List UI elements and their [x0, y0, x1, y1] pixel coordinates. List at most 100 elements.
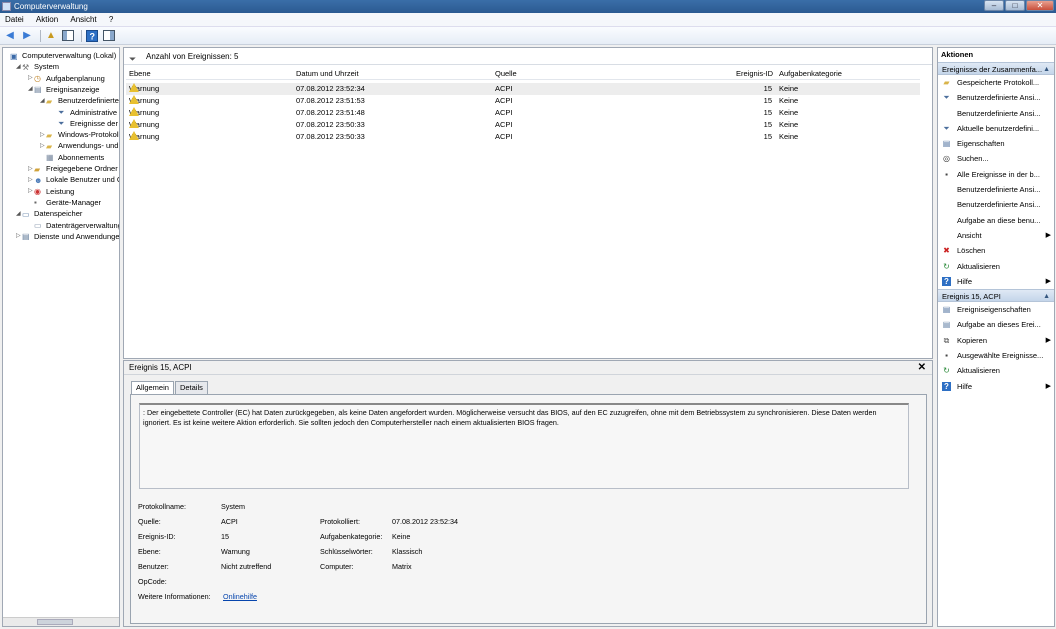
actions-section-log[interactable]: Ereignisse der Zusammenfa... ▲	[938, 62, 1054, 75]
column-header-level[interactable]: Ebene	[129, 69, 151, 78]
back-arrow-icon[interactable]: ◀	[3, 29, 17, 43]
event-cell-datetime: 07.08.2012 23:51:48	[296, 108, 365, 117]
action-item-label: Alle Ereignisse in der b...	[957, 169, 1040, 179]
action-item[interactable]: Benutzerdefinierte Ansi...	[938, 106, 1054, 121]
menu-datei[interactable]: Datei	[0, 13, 29, 27]
action-item[interactable]: ▤ Aufgabe an dieses Erei...	[938, 317, 1054, 332]
action-item-label: Aktualisieren	[957, 261, 1000, 271]
tree-item[interactable]: ▷▰ Anwendungs- und D	[40, 140, 119, 151]
column-header-source[interactable]: Quelle	[495, 69, 517, 78]
column-header-category[interactable]: Aufgabenkategorie	[779, 69, 842, 78]
action-item[interactable]: ✖ Löschen	[938, 243, 1054, 258]
event-detail-panel: Ereignis 15, ACPI ✕ Allgemein Details : …	[123, 360, 933, 627]
tree-item[interactable]: ▷▰ Windows-Protokolle	[40, 129, 119, 140]
event-row[interactable]: Warnung 07.08.2012 23:51:48 ACPI 15 Keine	[126, 107, 920, 119]
filter-icon: ⏷	[58, 119, 65, 129]
event-cell-source: ACPI	[495, 96, 513, 105]
menu-aktion[interactable]: Aktion	[31, 13, 63, 27]
prop-category-label: Aufgabenkategorie:	[320, 532, 383, 541]
event-description[interactable]: : Der eingebettete Controller (EC) hat D…	[139, 403, 909, 489]
action-item[interactable]: ⧉ Kopieren ▶	[938, 333, 1054, 348]
tree-item-label: Aufgabenplanung	[46, 73, 105, 83]
tree-item[interactable]: ⏷ Administrative E	[52, 107, 119, 118]
action-item[interactable]: ▪ Alle Ereignisse in der b...	[938, 167, 1054, 182]
tree-item[interactable]: ◢▭ Datenspeicher	[16, 208, 82, 219]
action-item-label: Benutzerdefinierte Ansi...	[957, 200, 1041, 210]
action-item[interactable]: ▤ Ereigniseigenschaften	[938, 302, 1054, 317]
action-item[interactable]: Benutzerdefinierte Ansi...	[938, 182, 1054, 197]
action-item[interactable]: Ansicht ▶	[938, 228, 1054, 243]
event-row[interactable]: Warnung 07.08.2012 23:51:53 ACPI 15 Keine	[126, 95, 920, 107]
tree-item[interactable]: ⏷ Ereignisse der Zu	[52, 118, 119, 129]
action-item[interactable]: ↻ Aktualisieren	[938, 259, 1054, 274]
tree-item[interactable]: ▦ Abonnements	[40, 152, 104, 163]
action-item[interactable]: ◎ Suchen...	[938, 151, 1054, 166]
action-item[interactable]: ▤ Eigenschaften	[938, 136, 1054, 151]
column-header-datetime[interactable]: Datum und Uhrzeit	[296, 69, 359, 78]
tree-item[interactable]: ▷◷ Aufgabenplanung	[28, 73, 105, 84]
delete-icon: ✖	[943, 246, 950, 256]
tree-item[interactable]: ▭ Datenträgerverwaltung	[28, 220, 119, 231]
show-hide-tree-icon[interactable]	[61, 29, 75, 43]
tree-item[interactable]: ▷◉ Leistung	[28, 186, 74, 197]
action-item[interactable]: ⏷ Aktuelle benutzerdefini...	[938, 121, 1054, 136]
up-folder-icon[interactable]: ▲	[44, 29, 58, 43]
action-item[interactable]: ? Hilfe ▶	[938, 274, 1054, 289]
prop-computer-label: Computer:	[320, 562, 354, 571]
prop-id-value: 15	[221, 532, 229, 541]
minimize-button[interactable]: –	[984, 0, 1004, 11]
close-icon[interactable]: ✕	[918, 361, 926, 375]
help-icon[interactable]: ?	[85, 29, 99, 43]
tab-details[interactable]: Details	[174, 381, 208, 394]
action-item-label: Benutzerdefinierte Ansi...	[957, 108, 1041, 118]
prop-logged-value: 07.08.2012 23:52:34	[392, 517, 458, 526]
event-list-scrollbar[interactable]	[920, 66, 932, 358]
event-cell-id: 15	[763, 84, 772, 93]
close-button[interactable]: ✕	[1026, 0, 1054, 11]
storage-icon: ▭	[22, 209, 30, 219]
tree-item[interactable]: ▣ Computerverwaltung (Lokal)	[4, 50, 116, 61]
tree-item[interactable]: ▷▤ Dienste und Anwendungen	[16, 231, 119, 242]
maximize-button[interactable]: □	[1005, 0, 1025, 11]
menu-help[interactable]: ?	[104, 13, 118, 27]
tree-item[interactable]: ▷☻ Lokale Benutzer und Gr	[28, 174, 119, 185]
refresh-icon: ↻	[943, 366, 950, 376]
event-cell-datetime: 07.08.2012 23:52:34	[296, 84, 365, 93]
action-item[interactable]: Benutzerdefinierte Ansi...	[938, 197, 1054, 212]
show-hide-action-pane-icon[interactable]	[102, 29, 116, 43]
refresh-icon: ↻	[943, 261, 950, 271]
properties-icon: ▤	[942, 305, 951, 315]
event-row[interactable]: Warnung 07.08.2012 23:52:34 ACPI 15 Keine	[126, 83, 920, 95]
action-item-label: Hilfe	[957, 276, 973, 286]
action-item[interactable]: ⏷ Benutzerdefinierte Ansi...	[938, 90, 1054, 105]
tree-horizontal-scrollbar[interactable]	[3, 617, 119, 626]
action-item[interactable]: ↻ Aktualisieren	[938, 363, 1054, 378]
action-item[interactable]: Aufgabe an diese benu...	[938, 213, 1054, 228]
action-item-label: Aufgabe an diese benu...	[957, 215, 1041, 225]
forward-arrow-icon[interactable]: ▶	[20, 29, 34, 43]
tree-item[interactable]: ◢▰ Benutzerdefinierte A	[40, 95, 119, 106]
prop-more-info-label: Weitere Informationen:	[138, 592, 211, 601]
tab-allgemein[interactable]: Allgemein	[131, 381, 174, 395]
copy-icon: ⧉	[943, 335, 950, 345]
menu-ansicht[interactable]: Ansicht	[65, 13, 101, 27]
action-item[interactable]: ▪ Ausgewählte Ereignisse...	[938, 348, 1054, 363]
tree-item[interactable]: ◢▤ Ereignisanzeige	[28, 84, 99, 95]
tree-item-label: Computerverwaltung (Lokal)	[22, 51, 117, 60]
clock-icon: ◷	[34, 74, 41, 84]
online-help-link[interactable]: Onlinehilfe	[223, 592, 257, 601]
tree-item[interactable]: ▷▰ Freigegebene Ordner	[28, 163, 118, 174]
tree-item[interactable]: ◢⚒ System	[16, 61, 59, 72]
scrollbar-thumb[interactable]	[37, 619, 73, 625]
tree-item-label: Datenspeicher	[34, 209, 83, 219]
action-item[interactable]: ? Hilfe ▶	[938, 379, 1054, 394]
event-row[interactable]: Warnung 07.08.2012 23:50:33 ACPI 15 Keine	[126, 119, 920, 131]
action-item[interactable]: ▰ Gespeicherte Protokoll...	[938, 75, 1054, 90]
warning-icon	[129, 131, 139, 140]
actions-section-event[interactable]: Ereignis 15, ACPI ▲	[938, 289, 1054, 303]
event-row[interactable]: Warnung 07.08.2012 23:50:33 ACPI 15 Keine	[126, 131, 920, 143]
column-header-id[interactable]: Ereignis-ID	[736, 69, 773, 78]
event-cell-level: Warnung	[129, 95, 159, 107]
tree-item[interactable]: ▪ Geräte-Manager	[28, 197, 101, 208]
event-cell-level: Warnung	[129, 107, 159, 119]
